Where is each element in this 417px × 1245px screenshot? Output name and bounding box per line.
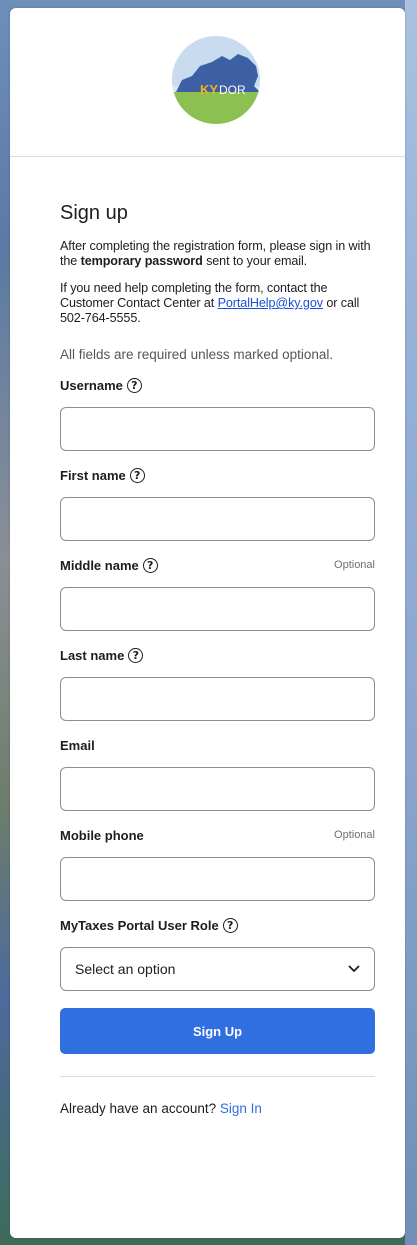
last-name-field: Last name ? <box>60 643 375 721</box>
user-role-label: MyTaxes Portal User Role <box>60 917 219 933</box>
first-name-label: First name <box>60 467 126 483</box>
background-edge <box>405 0 417 1245</box>
last-name-input[interactable] <box>60 677 375 721</box>
mobile-phone-input[interactable] <box>60 857 375 901</box>
help-icon[interactable]: ? <box>142 557 158 573</box>
divider <box>60 1076 375 1077</box>
intro-text-part2: sent to your email. <box>202 254 308 268</box>
username-input[interactable] <box>60 407 375 451</box>
middle-name-input[interactable] <box>60 587 375 631</box>
logo-text-dor: DOR <box>219 83 246 97</box>
sign-up-button[interactable]: Sign Up <box>60 1008 375 1054</box>
help-icon[interactable]: ? <box>128 647 144 663</box>
signup-card: KY DOR Sign up After completing the regi… <box>10 8 405 1238</box>
optional-label: Optional <box>334 829 375 841</box>
first-name-field: First name ? <box>60 463 375 541</box>
page-title: Sign up <box>60 202 128 224</box>
required-note: All fields are required unless marked op… <box>60 347 334 362</box>
intro-text: After completing the registration form, … <box>60 239 375 269</box>
email-field: Email <box>60 733 375 811</box>
mobile-phone-label: Mobile phone <box>60 827 144 843</box>
user-role-selected-value: Select an option <box>75 961 176 977</box>
help-icon[interactable]: ? <box>129 467 145 483</box>
sign-in-link[interactable]: Sign In <box>220 1101 262 1116</box>
sign-in-prompt: Already have an account? Sign In <box>60 1101 375 1116</box>
user-role-field: MyTaxes Portal User Role ? Select an opt… <box>60 913 375 991</box>
logo-text-ky: KY <box>200 82 218 97</box>
email-label: Email <box>60 737 95 753</box>
optional-label: Optional <box>334 559 375 571</box>
kydor-logo: KY DOR <box>172 36 260 124</box>
form-content: Sign up After completing the registratio… <box>10 202 405 1116</box>
chevron-down-icon <box>348 965 360 972</box>
help-email-link[interactable]: PortalHelp@ky.gov <box>218 296 323 310</box>
username-field: Username ? <box>60 373 375 451</box>
card-header: KY DOR <box>10 8 405 157</box>
help-icon[interactable]: ? <box>126 377 142 393</box>
mobile-phone-field: Mobile phone Optional <box>60 823 375 901</box>
email-input[interactable] <box>60 767 375 811</box>
help-text: If you need help completing the form, co… <box>60 281 375 326</box>
sign-in-prompt-text: Already have an account? <box>60 1101 220 1116</box>
help-icon[interactable]: ? <box>222 917 238 933</box>
intro-bold-text: temporary password <box>80 254 203 268</box>
middle-name-label: Middle name <box>60 557 139 573</box>
first-name-input[interactable] <box>60 497 375 541</box>
user-role-select[interactable]: Select an option <box>60 947 375 991</box>
middle-name-field: Middle name ? Optional <box>60 553 375 631</box>
last-name-label: Last name <box>60 647 125 663</box>
username-label: Username <box>60 377 123 393</box>
